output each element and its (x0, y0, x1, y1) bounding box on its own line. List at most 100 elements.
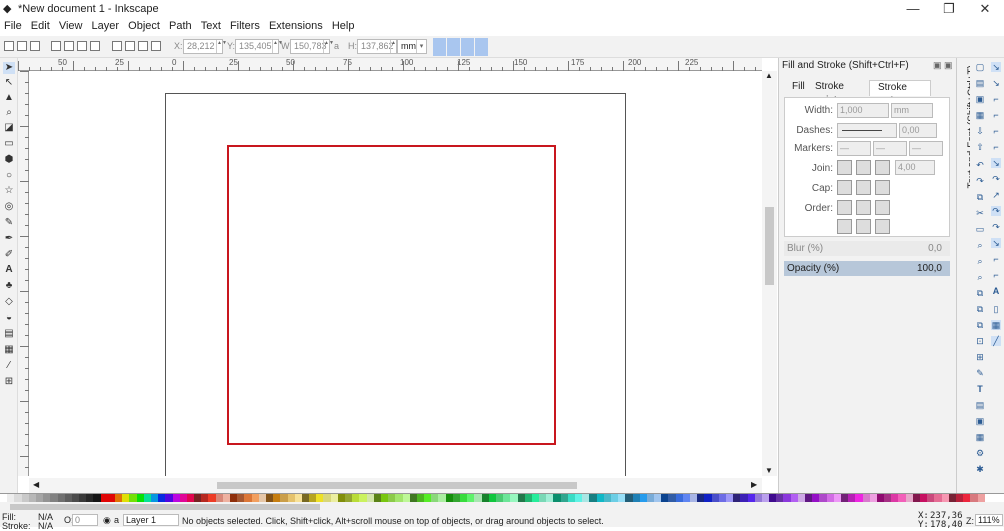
selector-tool-icon[interactable]: ➤ (3, 62, 15, 74)
color-swatch[interactable] (826, 494, 834, 502)
color-swatch[interactable] (64, 494, 72, 502)
color-swatch[interactable] (955, 494, 964, 502)
color-swatch[interactable] (539, 494, 547, 502)
color-swatch[interactable] (208, 494, 216, 502)
maximize-button[interactable]: ❐ (932, 0, 966, 18)
unit-select[interactable]: mm ▾ (397, 39, 427, 54)
color-swatch[interactable] (409, 494, 417, 502)
layers-dialog-icon[interactable]: ▤ (975, 400, 985, 410)
group-icon[interactable]: ⊡ (975, 336, 985, 346)
export-icon[interactable]: ⇧ (975, 142, 985, 152)
color-swatch[interactable] (553, 494, 561, 502)
calligraphy-tool-icon[interactable]: ✐ (3, 249, 15, 261)
color-swatch[interactable] (373, 494, 381, 502)
color-swatch[interactable] (215, 494, 223, 502)
y-spin-arrows[interactable]: ▲▼ (272, 40, 283, 53)
align-dialog-icon[interactable]: ▦ (975, 432, 985, 442)
spray-tool-icon[interactable]: ♣ (3, 280, 15, 292)
menu-view[interactable]: View (59, 18, 83, 32)
color-swatch[interactable] (776, 494, 784, 502)
scroll-up-icon[interactable]: ▲ (765, 71, 773, 80)
snap-bbox-midpoint-icon[interactable]: ⌐ (991, 126, 1001, 136)
snap-bbox-edge-icon[interactable]: ⌐ (991, 94, 1001, 104)
color-swatch[interactable] (186, 494, 195, 502)
vertical-scroll-thumb[interactable] (765, 207, 774, 285)
color-swatch[interactable] (898, 494, 906, 502)
color-swatch[interactable] (352, 494, 360, 502)
canvas[interactable] (29, 71, 762, 476)
color-swatch[interactable] (495, 494, 504, 502)
vertical-scrollbar[interactable]: ▲ ▼ (762, 71, 777, 476)
color-swatch[interactable] (567, 494, 575, 502)
lock-proportions-icon[interactable]: a (334, 41, 339, 51)
import-icon[interactable]: ⇩ (975, 126, 985, 136)
print-icon[interactable]: ▦ (975, 110, 985, 120)
color-swatch[interactable] (833, 494, 841, 502)
preferences-icon[interactable]: ⚙ (975, 448, 985, 458)
color-swatch[interactable] (7, 494, 15, 502)
color-swatch[interactable] (905, 494, 913, 502)
width-unit-select[interactable]: mm (891, 103, 933, 118)
lower-to-bottom-icon[interactable] (151, 41, 161, 51)
color-swatch[interactable] (143, 494, 151, 502)
opacity-indicator-input[interactable]: 0 (72, 514, 98, 526)
color-swatch[interactable] (618, 494, 626, 502)
color-swatch[interactable] (862, 494, 870, 502)
color-swatch[interactable] (805, 494, 813, 502)
color-swatch[interactable] (682, 494, 690, 502)
color-swatch[interactable] (79, 494, 87, 502)
color-swatch[interactable] (388, 494, 396, 502)
h-spin-arrows[interactable]: ▲▼ (390, 40, 401, 53)
order-stroke-fill-markers-icon[interactable] (856, 200, 871, 215)
color-swatch[interactable] (610, 494, 619, 502)
menu-object[interactable]: Object (128, 18, 160, 32)
panel-iconify-icon[interactable]: ▣ (933, 60, 942, 71)
snap-toggle-icon[interactable]: ↘ (991, 62, 1001, 72)
color-swatch[interactable] (57, 494, 65, 502)
tweak-tool-icon[interactable]: ▲ (3, 92, 15, 104)
color-swatch[interactable] (704, 494, 712, 502)
cut-icon[interactable]: ✂ (975, 208, 985, 218)
width-input[interactable]: 1,000 (837, 103, 889, 118)
color-swatch[interactable] (71, 494, 80, 502)
snap-nodes-icon[interactable]: ↘ (991, 158, 1001, 168)
color-swatch[interactable] (668, 494, 676, 502)
color-swatch[interactable] (107, 494, 115, 502)
save-icon[interactable]: ▣ (975, 94, 985, 104)
tab-fill[interactable]: Fill (784, 80, 808, 96)
color-swatch[interactable] (445, 494, 453, 502)
box3d-tool-icon[interactable]: ⬢ (3, 154, 15, 166)
rotate-cw-icon[interactable] (64, 41, 74, 51)
color-swatch[interactable] (150, 494, 159, 502)
color-swatch[interactable] (575, 494, 583, 502)
ellipse-tool-icon[interactable]: ○ (3, 170, 15, 182)
undo-icon[interactable]: ↶ (975, 160, 985, 170)
color-swatch[interactable] (316, 494, 324, 502)
color-swatch[interactable] (337, 494, 345, 502)
snap-grid-icon[interactable]: ▦ (991, 320, 1001, 330)
lower-icon[interactable] (138, 41, 148, 51)
snap-object-centers-icon[interactable]: ⌐ (991, 254, 1001, 264)
color-swatch[interactable] (948, 494, 956, 502)
transform-patterns-toggle[interactable] (475, 38, 488, 56)
snap-bbox-center-icon[interactable]: ⌐ (991, 142, 1001, 152)
w-spin-arrows[interactable]: ▲▼ (323, 40, 334, 53)
menu-layer[interactable]: Layer (92, 18, 120, 32)
text-font-dialog-icon[interactable]: T (975, 384, 985, 394)
fill-stroke-dialog-icon[interactable]: ✎ (975, 368, 985, 378)
snap-text-baseline-icon[interactable]: A (991, 286, 1001, 296)
snap-paths-icon[interactable]: ↷ (991, 174, 1001, 184)
menu-path[interactable]: Path (169, 18, 192, 32)
color-swatch[interactable] (977, 494, 985, 502)
color-swatch[interactable] (869, 494, 877, 502)
color-swatch[interactable] (718, 494, 726, 502)
color-swatch[interactable] (172, 494, 180, 502)
color-swatch[interactable] (14, 494, 22, 502)
color-swatch[interactable] (596, 494, 604, 502)
text-tool-icon[interactable]: A (3, 264, 15, 276)
color-swatch[interactable] (639, 494, 647, 502)
color-swatch[interactable] (28, 494, 36, 502)
color-swatch[interactable] (222, 494, 230, 502)
color-swatch[interactable] (654, 494, 662, 502)
color-swatch[interactable] (438, 494, 446, 502)
